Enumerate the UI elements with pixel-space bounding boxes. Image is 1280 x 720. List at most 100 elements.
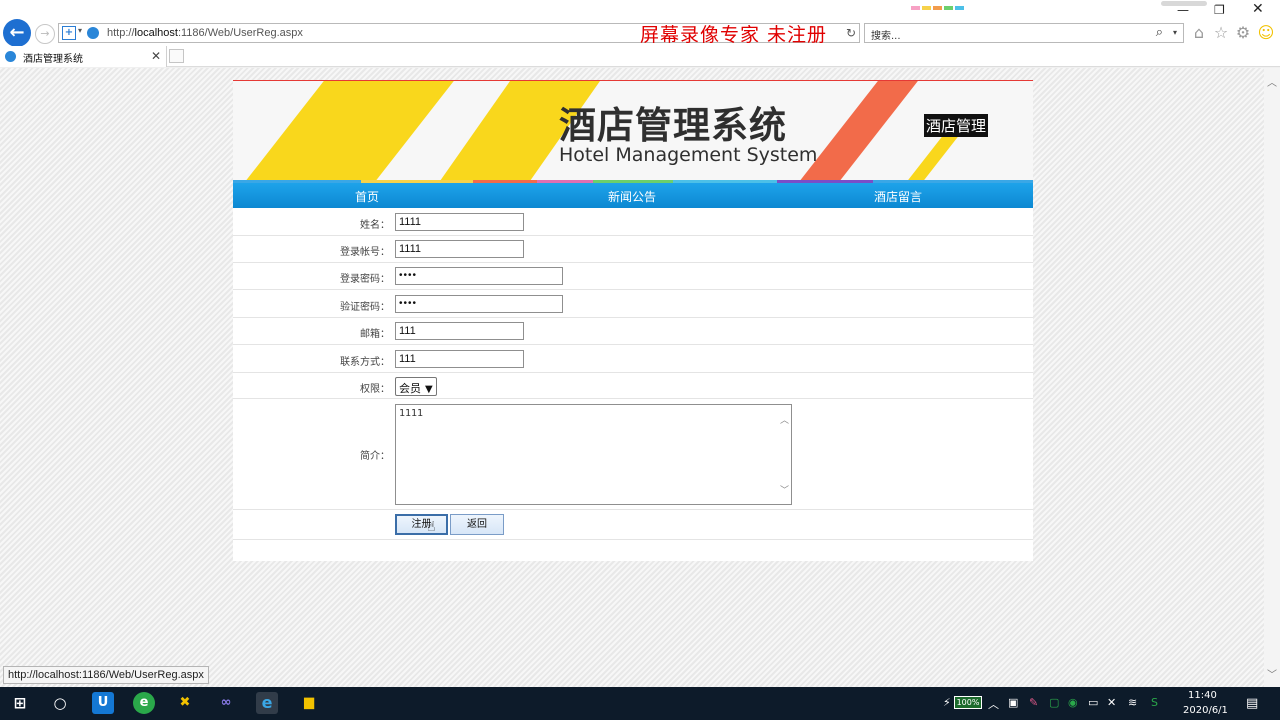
home-icon[interactable]: ⌂ bbox=[1189, 23, 1209, 43]
chevron-down-icon[interactable]: ▾ bbox=[78, 26, 82, 35]
windows-start-icon[interactable]: ⊞ bbox=[9, 692, 31, 714]
power-plug-icon: ⚡ bbox=[943, 696, 951, 709]
windows-taskbar: ⊞ ○ U e ✖ ∞ e ▆ ⚡ 100% ︿ ▣ ✎ ▢ ◉ ▭ ✕ ≋ S… bbox=[0, 687, 1280, 720]
tray-green-icon[interactable]: ▢ bbox=[1049, 696, 1059, 709]
form-row-intro: 简介： 1111 ︿ ﹀ bbox=[233, 399, 1033, 510]
contact-label: 联系方式： bbox=[340, 357, 390, 368]
refresh-icon[interactable]: ↻ bbox=[846, 26, 856, 40]
color-strip bbox=[911, 0, 971, 10]
forward-button[interactable]: → bbox=[35, 24, 55, 44]
intro-textarea[interactable]: 1111 ︿ ﹀ bbox=[395, 404, 792, 505]
nav-item-home[interactable]: 首页 bbox=[355, 188, 379, 205]
tab-close-icon[interactable]: ✕ bbox=[151, 49, 161, 63]
tray-battery-icon[interactable]: ▭ bbox=[1088, 696, 1098, 709]
back-to-list-button[interactable]: 返回 bbox=[450, 514, 504, 535]
arrow-right-icon: → bbox=[40, 27, 50, 40]
notification-center-icon[interactable]: ▤ bbox=[1246, 696, 1258, 711]
wechat-icon[interactable]: ◉ bbox=[1068, 696, 1078, 709]
name-label: 姓名： bbox=[360, 220, 390, 231]
form-row-password: 登录密码： •••• bbox=[233, 263, 1033, 290]
volume-muted-icon[interactable]: ✕ bbox=[1107, 696, 1116, 709]
minimize-icon[interactable]: — bbox=[1177, 3, 1189, 17]
form-row-name: 姓名： 1111 bbox=[233, 208, 1033, 236]
settings-gear-icon[interactable]: ⚙ bbox=[1233, 23, 1253, 43]
tab-favicon bbox=[5, 51, 16, 62]
nav-item-news[interactable]: 新闻公告 bbox=[608, 188, 656, 205]
browser-tab[interactable]: 酒店管理系统 ✕ bbox=[0, 46, 167, 67]
password-label: 登录密码： bbox=[340, 274, 390, 285]
restore-icon[interactable]: ❐ bbox=[1214, 3, 1225, 17]
account-input[interactable]: 1111 bbox=[395, 240, 524, 258]
sogou-input-icon[interactable]: S bbox=[1151, 696, 1158, 709]
banner-yellow-stripe bbox=[233, 81, 478, 183]
account-label: 登录帐号： bbox=[340, 247, 390, 258]
hand-cursor-icon: ☝ bbox=[427, 519, 436, 535]
search-icon[interactable]: ⌕ bbox=[1156, 25, 1163, 40]
show-hidden-icons-icon[interactable]: ︿ bbox=[988, 696, 999, 712]
textarea-scroll-down-icon[interactable]: ﹀ bbox=[780, 483, 789, 496]
form-row-contact: 联系方式： 111 bbox=[233, 345, 1033, 373]
site-banner: 酒店管理系统 Hotel Management System 酒店管理 bbox=[233, 80, 1033, 183]
banner-title-cn: 酒店管理系统 bbox=[559, 104, 787, 147]
banner-title-en: Hotel Management System bbox=[559, 144, 818, 166]
form-row-confirm: 验证密码： •••• bbox=[233, 290, 1033, 318]
file-explorer-icon[interactable]: ▆ bbox=[298, 692, 320, 714]
address-url[interactable]: http://localhost:1186/Web/UserReg.aspx bbox=[107, 27, 303, 39]
registration-page: 酒店管理系统 Hotel Management System 酒店管理 首页 新… bbox=[233, 80, 1033, 561]
arrow-left-icon: ← bbox=[9, 22, 25, 43]
battery-indicator[interactable]: 100% bbox=[954, 696, 982, 709]
cortana-search-icon[interactable]: ○ bbox=[49, 692, 71, 714]
tools-app-icon[interactable]: ✖ bbox=[174, 692, 196, 714]
clock-date[interactable]: 2020/6/1 bbox=[1183, 705, 1228, 716]
back-button[interactable]: ← bbox=[3, 19, 31, 47]
close-window-icon[interactable]: ✕ bbox=[1252, 1, 1264, 17]
url-host: localhost bbox=[134, 27, 178, 39]
ie-page-icon bbox=[87, 27, 99, 39]
status-bar-url: http://localhost:1186/Web/UserReg.aspx bbox=[3, 666, 209, 684]
wifi-icon[interactable]: ≋ bbox=[1128, 696, 1137, 709]
role-select-value: 会员 bbox=[399, 382, 421, 395]
intro-text: 1111 bbox=[399, 408, 424, 419]
favorites-star-icon[interactable]: ☆ bbox=[1211, 23, 1231, 43]
feedback-smiley-icon[interactable]: ☺ bbox=[1256, 23, 1276, 43]
form-row-email: 邮箱： 111 bbox=[233, 318, 1033, 345]
form-row-account: 登录帐号： 1111 bbox=[233, 236, 1033, 263]
store-app-icon[interactable]: U bbox=[92, 692, 114, 714]
email-input[interactable]: 111 bbox=[395, 322, 524, 340]
name-input[interactable]: 1111 bbox=[395, 213, 524, 231]
page-scrollbar[interactable]: ︿ ﹀ bbox=[1264, 68, 1280, 687]
page-viewport: 酒店管理系统 Hotel Management System 酒店管理 首页 新… bbox=[0, 68, 1264, 687]
tray-pen-icon[interactable]: ✎ bbox=[1029, 696, 1038, 709]
search-box[interactable]: 搜索... ⌕ ▾ bbox=[864, 23, 1184, 43]
register-button[interactable]: 注册 ☝ bbox=[395, 514, 448, 535]
browser-chrome: — ❐ ✕ ← → + ▾ http://localhost:1186/Web/… bbox=[0, 0, 1280, 67]
url-path: :1186/Web/UserReg.aspx bbox=[177, 27, 303, 39]
compatibility-view-icon[interactable]: + bbox=[62, 26, 76, 40]
chevron-down-icon: ▼ bbox=[425, 384, 433, 395]
new-tab-button[interactable] bbox=[169, 49, 184, 63]
url-prefix: http:// bbox=[107, 27, 135, 39]
textarea-scroll-up-icon[interactable]: ︿ bbox=[780, 413, 789, 426]
nav-item-messages[interactable]: 酒店留言 bbox=[874, 188, 922, 205]
form-row-role: 权限： 会员 ▼ bbox=[233, 373, 1033, 399]
clock-time[interactable]: 11:40 bbox=[1188, 690, 1217, 701]
intro-label: 简介： bbox=[360, 451, 390, 462]
main-nav: 首页 新闻公告 酒店留言 bbox=[233, 183, 1033, 208]
scroll-up-icon[interactable]: ︿ bbox=[1267, 74, 1277, 89]
tray-app-icon[interactable]: ▣ bbox=[1008, 696, 1018, 709]
confirm-password-label: 验证密码： bbox=[340, 302, 390, 313]
password-input[interactable]: •••• bbox=[395, 267, 563, 285]
confirm-password-input[interactable]: •••• bbox=[395, 295, 563, 313]
ie-taskbar-icon[interactable]: e bbox=[256, 692, 278, 714]
contact-input[interactable]: 111 bbox=[395, 350, 524, 368]
banner-orange-stripe bbox=[776, 81, 926, 183]
role-select[interactable]: 会员 ▼ bbox=[395, 377, 437, 396]
visual-studio-icon[interactable]: ∞ bbox=[215, 692, 237, 714]
scroll-down-icon[interactable]: ﹀ bbox=[1267, 666, 1277, 681]
browser-360-icon[interactable]: e bbox=[133, 692, 155, 714]
search-dropdown-icon[interactable]: ▾ bbox=[1173, 28, 1177, 37]
recorder-watermark: 屏幕录像专家 未注册 bbox=[640, 24, 828, 46]
search-placeholder: 搜索... bbox=[871, 31, 901, 42]
banner-badge: 酒店管理 bbox=[924, 114, 989, 137]
email-label: 邮箱： bbox=[360, 329, 390, 340]
